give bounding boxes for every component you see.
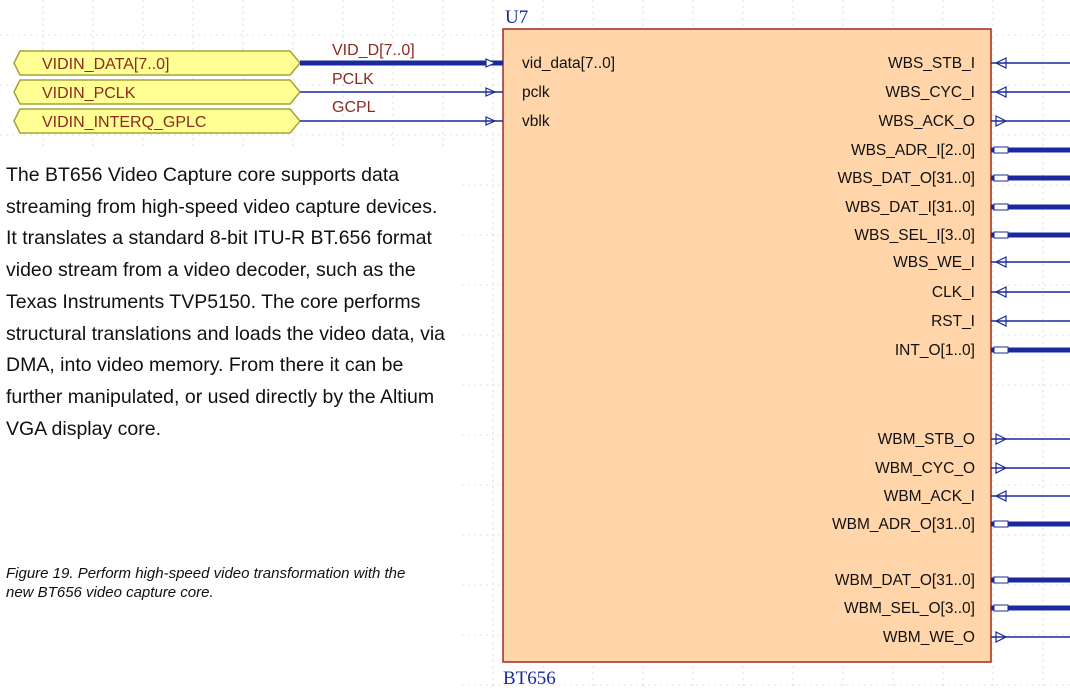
pin-clk-i[interactable]: CLK_I xyxy=(932,284,1070,301)
pin-label: RST_I xyxy=(931,313,975,330)
pin-wbm-cyc-o[interactable]: WBM_CYC_O xyxy=(875,460,1070,477)
pin-label: pclk xyxy=(522,84,550,101)
pin-label: WBS_STB_I xyxy=(888,55,975,72)
pin-rst-i[interactable]: RST_I xyxy=(931,313,1070,330)
pin-label: vblk xyxy=(522,113,550,130)
pin-label: WBM_WE_O xyxy=(883,629,975,646)
pin-label: WBS_ACK_O xyxy=(879,113,975,130)
pin-wbm-dat-o[interactable]: WBM_DAT_O[31..0] xyxy=(835,572,1070,589)
pin-label: WBS_WE_I xyxy=(893,254,975,271)
net-label-pclk: PCLK xyxy=(332,71,374,88)
figure-caption: Figure 19. Perform high-speed video tran… xyxy=(6,565,406,602)
port-vidin-interq-gplc[interactable]: VIDIN_INTERQ_GPLC xyxy=(13,108,472,134)
pin-wbs-dat-i[interactable]: WBS_DAT_I[31..0] xyxy=(845,199,1070,216)
component-part-name: BT656 xyxy=(503,668,556,688)
pin-label: CLK_I xyxy=(932,284,975,301)
pin-label: vid_data[7..0] xyxy=(522,55,615,72)
pin-label: WBM_DAT_O[31..0] xyxy=(835,572,975,589)
pin-label: WBS_SEL_I[3..0] xyxy=(854,227,975,244)
port-vidin-pclk[interactable]: VIDIN_PCLK xyxy=(13,79,472,105)
pin-wbs-ack-o[interactable]: WBS_ACK_O xyxy=(879,113,1070,130)
pin-label: WBM_CYC_O xyxy=(875,460,975,477)
port-label: VIDIN_DATA[7..0] xyxy=(42,56,169,73)
pin-label: WBM_ADR_O[31..0] xyxy=(832,516,975,533)
pin-label: WBS_CYC_I xyxy=(885,84,975,101)
description-panel: The BT656 Video Capture core supports da… xyxy=(0,150,460,688)
pin-label: WBM_ACK_I xyxy=(884,488,975,505)
port-label: VIDIN_INTERQ_GPLC xyxy=(42,114,206,131)
port-group: VIDIN_DATA[7..0] VIDIN_PCLK VIDIN_INTERQ_G… xyxy=(13,50,472,134)
pin-wbs-dat-o[interactable]: WBS_DAT_O[31..0] xyxy=(837,170,1070,187)
pin-label: WBM_STB_O xyxy=(878,431,975,448)
pin-wbs-sel-i[interactable]: WBS_SEL_I[3..0] xyxy=(854,227,1070,244)
pin-wbs-adr-i[interactable]: WBS_ADR_I[2..0] xyxy=(851,142,1070,159)
net-label-vid-d: VID_D[7..0] xyxy=(332,42,415,59)
pin-label: WBS_ADR_I[2..0] xyxy=(851,142,975,159)
pin-wbm-stb-o[interactable]: WBM_STB_O xyxy=(878,431,1070,448)
pin-vid-data[interactable]: vid_data[7..0] xyxy=(472,55,615,72)
pin-wbm-adr-o[interactable]: WBM_ADR_O[31..0] xyxy=(832,516,1070,533)
net-label-group: VID_D[7..0] PCLK GCPL xyxy=(332,42,415,116)
pin-label: WBM_SEL_O[3..0] xyxy=(844,600,975,617)
pin-wbm-sel-o[interactable]: WBM_SEL_O[3..0] xyxy=(844,600,1070,617)
description-text: The BT656 Video Capture core supports da… xyxy=(6,164,446,440)
pin-label: WBS_DAT_O[31..0] xyxy=(837,170,975,187)
net-label-gcpl: GCPL xyxy=(332,99,376,116)
pin-label: WBS_DAT_I[31..0] xyxy=(845,199,975,216)
pin-label: INT_O[1..0] xyxy=(895,342,975,359)
port-label: VIDIN_PCLK xyxy=(42,85,136,102)
component-designator: U7 xyxy=(505,7,528,28)
